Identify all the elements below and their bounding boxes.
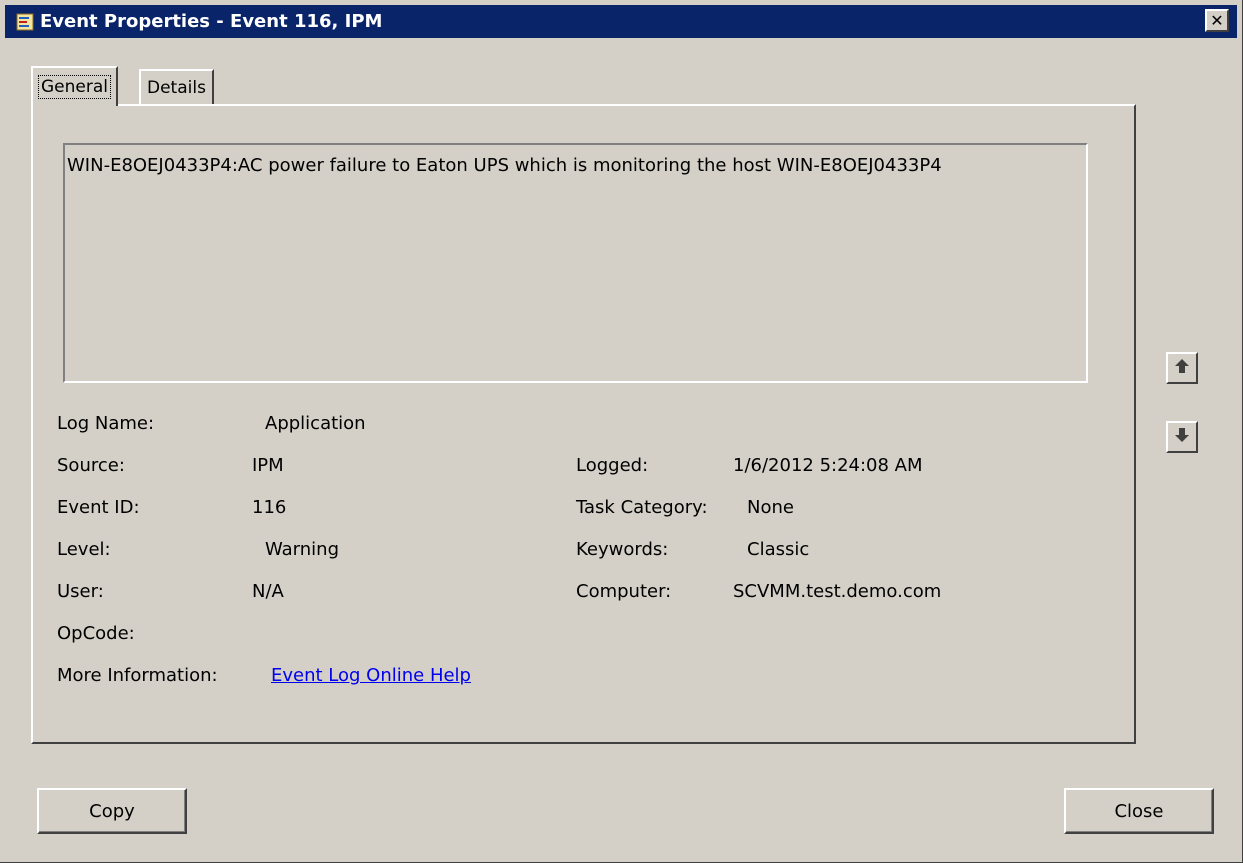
event-viewer-icon [15, 12, 35, 32]
source-label: Source: [57, 455, 125, 476]
user-value: N/A [252, 581, 284, 602]
computer-label: Computer: [576, 581, 672, 602]
previous-event-button[interactable] [1166, 352, 1198, 384]
tab-general[interactable]: General [31, 66, 118, 106]
computer-value: SCVMM.test.demo.com [733, 581, 942, 602]
level-label: Level: [57, 539, 111, 560]
copy-button[interactable]: Copy [37, 788, 187, 834]
close-icon: ✕ [1210, 10, 1224, 30]
copy-button-label: Copy [89, 800, 135, 822]
event-id-label: Event ID: [57, 497, 140, 518]
task-category-label: Task Category: [576, 497, 708, 518]
event-id-value: 116 [252, 497, 287, 518]
event-message-box[interactable]: WIN-E8OEJ0433P4:AC power failure to Eato… [63, 143, 1088, 383]
arrow-up-icon [1173, 357, 1191, 380]
title-bar: Event Properties - Event 116, IPM ✕ [5, 5, 1237, 38]
close-button-label: Close [1114, 800, 1164, 822]
keywords-value: Classic [747, 539, 810, 560]
opcode-label: OpCode: [57, 623, 135, 644]
logged-value: 1/6/2012 5:24:08 AM [733, 455, 923, 476]
task-category-value: None [747, 497, 794, 518]
more-info-label: More Information: [57, 665, 218, 686]
next-event-button[interactable] [1166, 421, 1198, 453]
general-tab-panel: WIN-E8OEJ0433P4:AC power failure to Eato… [31, 104, 1136, 744]
event-log-online-help-link[interactable]: Event Log Online Help [271, 665, 471, 686]
tab-general-label: General [38, 75, 111, 99]
level-value: Warning [265, 539, 340, 560]
keywords-label: Keywords: [576, 539, 669, 560]
source-value: IPM [252, 455, 284, 476]
event-message-text: WIN-E8OEJ0433P4:AC power failure to Eato… [67, 155, 942, 176]
user-label: User: [57, 581, 104, 602]
log-name-value: Application [265, 413, 366, 434]
window-title: Event Properties - Event 116, IPM [40, 11, 383, 32]
close-button[interactable]: Close [1064, 788, 1214, 834]
arrow-down-icon [1173, 426, 1191, 449]
title-close-button[interactable]: ✕ [1205, 9, 1229, 32]
log-name-label: Log Name: [57, 413, 155, 434]
tab-details[interactable]: Details [139, 69, 214, 105]
event-properties-window: Event Properties - Event 116, IPM ✕ Gene… [0, 0, 1243, 863]
logged-label: Logged: [576, 455, 649, 476]
tab-details-label: Details [147, 78, 206, 98]
